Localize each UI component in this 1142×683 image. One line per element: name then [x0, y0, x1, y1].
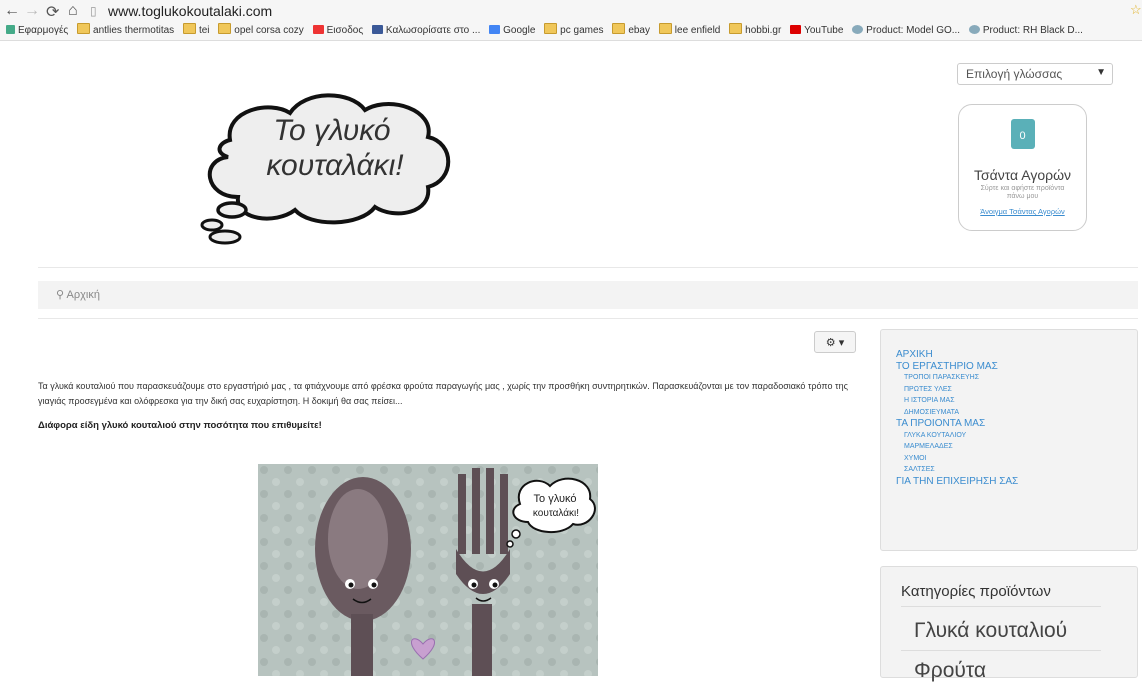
- bookmark-link[interactable]: YouTube: [790, 22, 843, 40]
- category-fruits[interactable]: Φρούτα: [914, 659, 986, 683]
- home-icon[interactable]: ⌂: [68, 2, 78, 20]
- bookmark-folder[interactable]: hobbi.gr: [729, 22, 781, 40]
- divider: [901, 650, 1101, 651]
- language-select-value: Επιλογή γλώσσας: [966, 67, 1063, 81]
- bookmark-folder[interactable]: lee enfield: [658, 22, 720, 40]
- bookmark-apps[interactable]: Εφαρμογές: [6, 22, 68, 40]
- sidebar-menu: ΑΡΧΙΚΗ ΤΟ ΕΡΓΑΣΤΗΡΙΟ ΜΑΣ ΤΡΟΠΟΙ ΠΑΡΑΣΚΕΥ…: [880, 329, 1138, 551]
- bookmark-link[interactable]: Product: RH Black D...: [968, 22, 1083, 40]
- bookmark-folder[interactable]: tei: [182, 22, 210, 40]
- menu-item-products[interactable]: ΤΑ ΠΡΟΙΟΝΤΑ ΜΑΣ: [896, 418, 1137, 430]
- menu-item-workshop[interactable]: ΤΟ ΕΡΓΑΣΤΗΡΙΟ ΜΑΣ: [896, 361, 1137, 373]
- bookmark-folder[interactable]: opel corsa cozy: [218, 22, 304, 40]
- menu-item-sauces[interactable]: ΣΑΛΤΣΕΣ: [896, 464, 1137, 476]
- breadcrumb-home[interactable]: Αρχική: [67, 289, 100, 301]
- open-bag-link[interactable]: Άνοιγμα Τσάντας Αγορών: [959, 207, 1086, 216]
- page-icon: ▯: [90, 4, 97, 18]
- photo-bubble-line2: κουταλάκι!: [533, 507, 579, 519]
- star-icon[interactable]: ☆: [1130, 2, 1142, 18]
- back-icon[interactable]: ←: [4, 2, 20, 20]
- gear-icon: ⚙: [825, 337, 836, 349]
- menu-item-history[interactable]: Η ΙΣΤΟΡΙΑ ΜΑΣ: [896, 395, 1137, 407]
- menu-item-business[interactable]: ΓΙΑ ΤΗΝ ΕΠΙΧΕΙΡΗΣΗ ΣΑΣ: [896, 476, 1137, 488]
- menu-item-jams[interactable]: ΜΑΡΜΕΛΑΔΕΣ: [896, 441, 1137, 453]
- logo-line1: Το γλυκό: [273, 114, 390, 147]
- reload-icon[interactable]: ⟳: [46, 2, 59, 22]
- bookmark-folder[interactable]: ebay: [612, 22, 650, 40]
- highlight-text: Διάφορα είδη γλυκό κουταλιού στην ποσότη…: [38, 420, 322, 431]
- settings-dropdown-button[interactable]: ⚙ ▾: [814, 331, 856, 353]
- bookmark-link[interactable]: Καλωσορίσατε στο ...: [371, 22, 480, 40]
- logo[interactable]: Το γλυκό κουταλάκι!: [170, 85, 470, 250]
- shopping-bag-widget[interactable]: 0 Τσάντα Αγορών Σύρτε και αφήστε προϊόντ…: [958, 104, 1087, 231]
- shopping-bag-icon: 0: [1010, 119, 1035, 149]
- browser-toolbar: ← → ⟳ ⌂ ▯ www.toglukokoutalaki.com ☆: [0, 0, 1142, 23]
- bookmark-folder[interactable]: pc games: [544, 22, 604, 40]
- categories-title: Κατηγορίες προϊόντων: [901, 583, 1051, 600]
- menu-item-raw-materials[interactable]: ΠΡΩΤΕΣ ΥΛΕΣ: [896, 384, 1137, 396]
- product-categories-panel: Κατηγορίες προϊόντων Γλυκά κουταλιού Φρο…: [880, 566, 1138, 682]
- bookmark-link[interactable]: Εισοδος: [312, 22, 363, 40]
- divider: [38, 267, 1138, 268]
- menu-item-juices[interactable]: ΧΥΜΟΙ: [896, 453, 1137, 465]
- bookmark-link[interactable]: Google: [489, 22, 535, 40]
- spoon-fork-image: Το γλυκό κουταλάκι!: [258, 464, 598, 676]
- menu-item-press[interactable]: ΔΗΜΟΣΙΕΥΜΑΤΑ: [896, 407, 1137, 419]
- language-select[interactable]: Επιλογή γλώσσας ▼: [957, 63, 1113, 85]
- photo-bubble-line1: Το γλυκό: [534, 493, 577, 505]
- address-bar[interactable]: www.toglukokoutalaki.com: [108, 3, 272, 19]
- breadcrumb: ⚲ Αρχική: [38, 281, 1138, 309]
- chevron-down-icon: ▼: [1096, 67, 1106, 78]
- bag-count: 0: [1019, 130, 1026, 142]
- bookmarks-bar: Εφαρμογές antlies thermotitas tei opel c…: [0, 22, 1142, 41]
- bookmark-folder[interactable]: antlies thermotitas: [77, 22, 174, 40]
- menu-item-home[interactable]: ΑΡΧΙΚΗ: [896, 349, 1137, 361]
- bag-title: Τσάντα Αγορών: [973, 167, 1072, 183]
- bookmark-link[interactable]: Product: Model GO...: [852, 22, 960, 40]
- forward-icon[interactable]: →: [24, 2, 40, 20]
- category-spoon-sweets[interactable]: Γλυκά κουταλιού: [914, 619, 1067, 643]
- menu-item-spoon-sweets[interactable]: ΓΛΥΚΑ ΚΟΥΤΑΛΙΟΥ: [896, 430, 1137, 442]
- intro-text: Τα γλυκά κουταλιού που παρασκευάζουμε στ…: [38, 381, 848, 406]
- location-pin-icon: ⚲: [56, 289, 65, 301]
- bag-subtitle: Σύρτε και αφήστε προϊόντα πάνω μου: [980, 185, 1065, 200]
- divider: [901, 606, 1101, 607]
- divider: [38, 318, 1138, 319]
- caret-down-icon: ▾: [838, 337, 845, 349]
- menu-item-preparation[interactable]: ΤΡΟΠΟΙ ΠΑΡΑΣΚΕΥΗΣ: [896, 372, 1137, 384]
- logo-line2: κουταλάκι!: [266, 149, 404, 182]
